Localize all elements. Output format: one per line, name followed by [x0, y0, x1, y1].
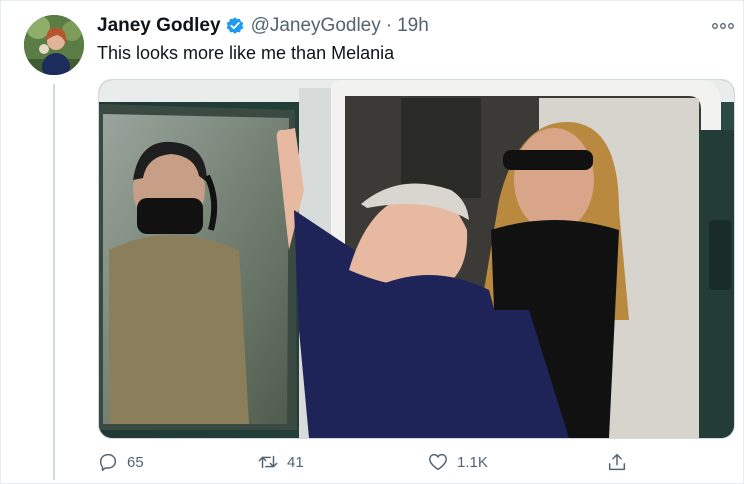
retweet-button[interactable]: 41: [257, 449, 304, 475]
retweet-icon: [258, 455, 278, 469]
more-options-icon[interactable]: [711, 18, 735, 34]
thread-line: [53, 84, 55, 480]
reply-button[interactable]: 65: [97, 449, 144, 475]
tweet-header: Janey Godley @JaneyGodley · 19h: [97, 13, 429, 39]
display-name[interactable]: Janey Godley: [97, 15, 221, 37]
verified-badge-icon: [225, 16, 245, 36]
like-icon: [429, 453, 447, 471]
header-separator: ·: [385, 15, 393, 36]
avatar[interactable]: [24, 15, 84, 75]
reply-count: 65: [127, 453, 144, 471]
tweet-text: This looks more like me than Melania: [97, 43, 395, 63]
reply-icon: [99, 453, 117, 471]
tweet-actions: 65 41 1.1K: [97, 449, 637, 475]
retweet-count: 41: [287, 453, 304, 471]
like-button[interactable]: 1.1K: [427, 449, 488, 475]
like-count: 1.1K: [457, 453, 488, 471]
tweet-photo[interactable]: [98, 79, 735, 439]
tweet-timestamp[interactable]: 19h: [397, 15, 429, 37]
share-button[interactable]: [606, 449, 636, 475]
share-icon: [608, 453, 626, 471]
user-handle[interactable]: @JaneyGodley: [251, 15, 381, 37]
